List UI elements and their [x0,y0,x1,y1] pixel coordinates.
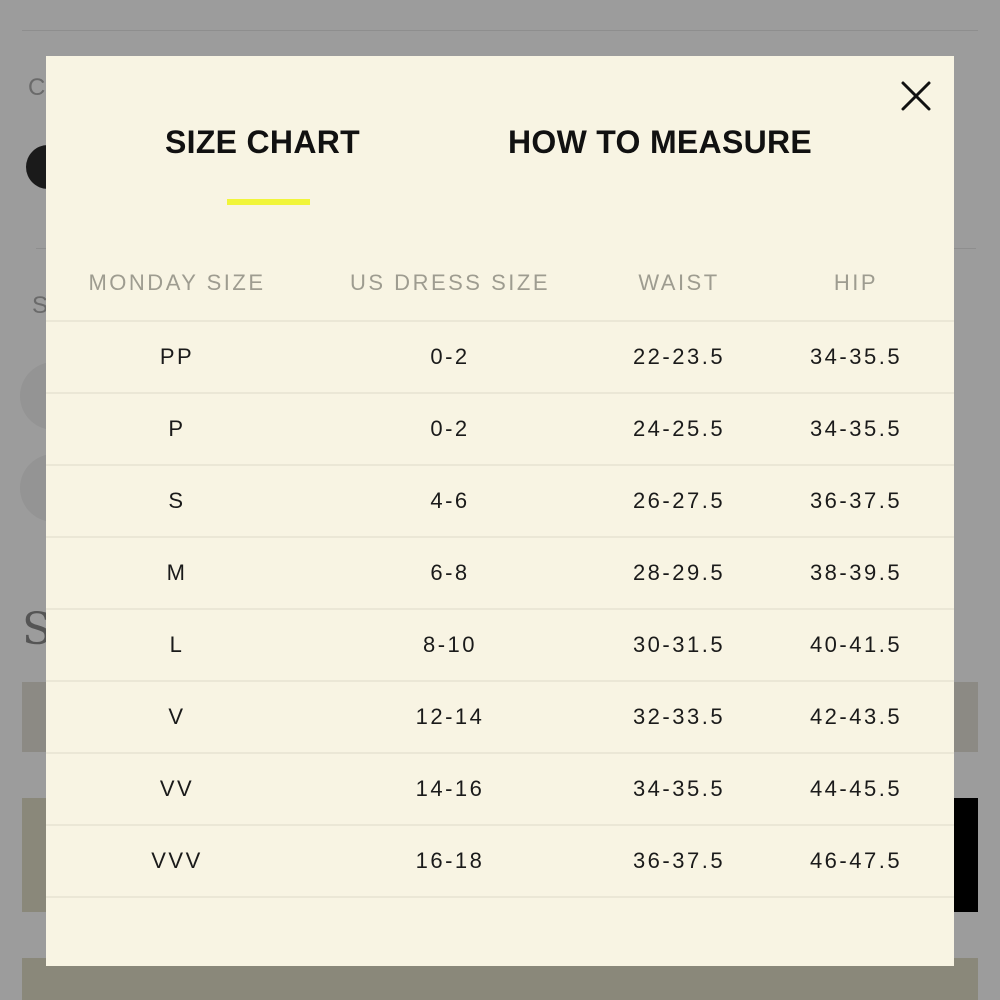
column-header: HIP [833,270,879,295]
table-cell: P [168,416,186,441]
table-row: VVV 16-18 36-37.5 46-47.5 [46,826,954,898]
close-icon[interactable] [898,78,934,114]
table-row: PP 0-2 22-23.5 34-35.5 [46,322,954,394]
size-chart-modal: SIZE CHART HOW TO MEASURE MONDAY SIZE US… [46,56,954,966]
column-header: MONDAY SIZE [88,270,266,295]
table-cell: 24-25.5 [632,416,726,441]
table-cell: 36-37.5 [632,848,726,873]
table-cell: 34-35.5 [632,776,726,801]
table-cell: 6-8 [430,560,470,585]
table-cell: 12-14 [415,704,485,729]
table-cell: PP [159,344,195,369]
table-cell: 26-27.5 [632,488,726,513]
column-header: WAIST [638,270,720,295]
table-cell: 28-29.5 [632,560,726,585]
active-tab-indicator [227,199,310,205]
size-chart-table: MONDAY SIZE US DRESS SIZE WAIST HIP PP 0… [46,246,954,898]
table-cell: S [168,488,186,513]
tab-size-chart[interactable]: SIZE CHART [165,124,360,161]
table-header-row: MONDAY SIZE US DRESS SIZE WAIST HIP [46,246,954,322]
background-label: C [28,74,46,101]
table-row: S 4-6 26-27.5 36-37.5 [46,466,954,538]
table-cell: 32-33.5 [632,704,726,729]
table-cell: VV [159,776,195,801]
table-cell: 0-2 [430,344,470,369]
background-divider [22,30,978,31]
table-cell: 0-2 [430,416,470,441]
table-row: P 0-2 24-25.5 34-35.5 [46,394,954,466]
table-cell: 42-43.5 [809,704,903,729]
table-cell: 30-31.5 [632,632,726,657]
table-cell: 40-41.5 [809,632,903,657]
table-cell: 34-35.5 [809,344,903,369]
table-row: M 6-8 28-29.5 38-39.5 [46,538,954,610]
table-cell: 22-23.5 [632,344,726,369]
table-cell: 8-10 [422,632,478,657]
table-cell: 14-16 [415,776,485,801]
table-cell: L [169,632,185,657]
table-cell: 36-37.5 [809,488,903,513]
table-cell: 44-45.5 [809,776,903,801]
table-cell: V [168,704,186,729]
table-row: L 8-10 30-31.5 40-41.5 [46,610,954,682]
table-body: PP 0-2 22-23.5 34-35.5 P 0-2 24-25.5 34-… [46,322,954,898]
table-cell: 46-47.5 [809,848,903,873]
table-cell: VVV [151,848,203,873]
table-cell: 4-6 [430,488,470,513]
column-header: US DRESS SIZE [350,270,550,295]
table-row: VV 14-16 34-35.5 44-45.5 [46,754,954,826]
table-cell: M [166,560,188,585]
table-cell: 16-18 [415,848,485,873]
tab-how-to-measure[interactable]: HOW TO MEASURE [508,124,812,161]
table-cell: 34-35.5 [809,416,903,441]
table-cell: 38-39.5 [809,560,903,585]
background-button-edge [950,798,978,912]
table-row: V 12-14 32-33.5 42-43.5 [46,682,954,754]
